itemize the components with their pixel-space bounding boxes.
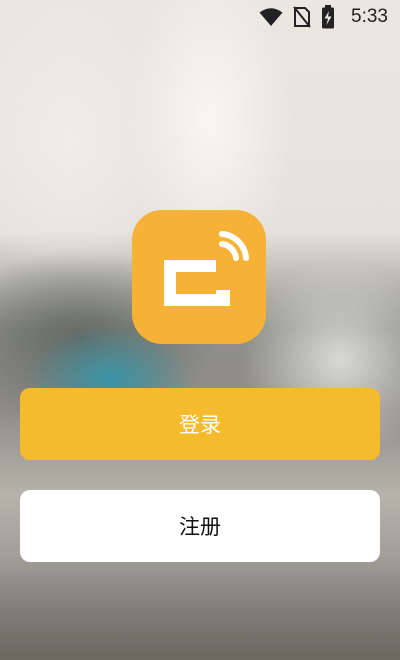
login-screen: 5:33 登录 注册 — [0, 0, 400, 660]
register-button[interactable]: 注册 — [20, 490, 380, 562]
background-shade — [0, 560, 400, 660]
status-time: 5:33 — [351, 6, 388, 27]
login-button-label: 登录 — [179, 413, 221, 437]
register-button-label: 注册 — [179, 515, 221, 539]
wifi-icon — [259, 7, 283, 27]
login-button[interactable]: 登录 — [20, 388, 380, 460]
status-bar: 5:33 — [0, 0, 400, 34]
app-logo-icon — [132, 210, 266, 344]
battery-charging-icon — [321, 5, 335, 29]
no-sim-icon — [293, 6, 311, 28]
